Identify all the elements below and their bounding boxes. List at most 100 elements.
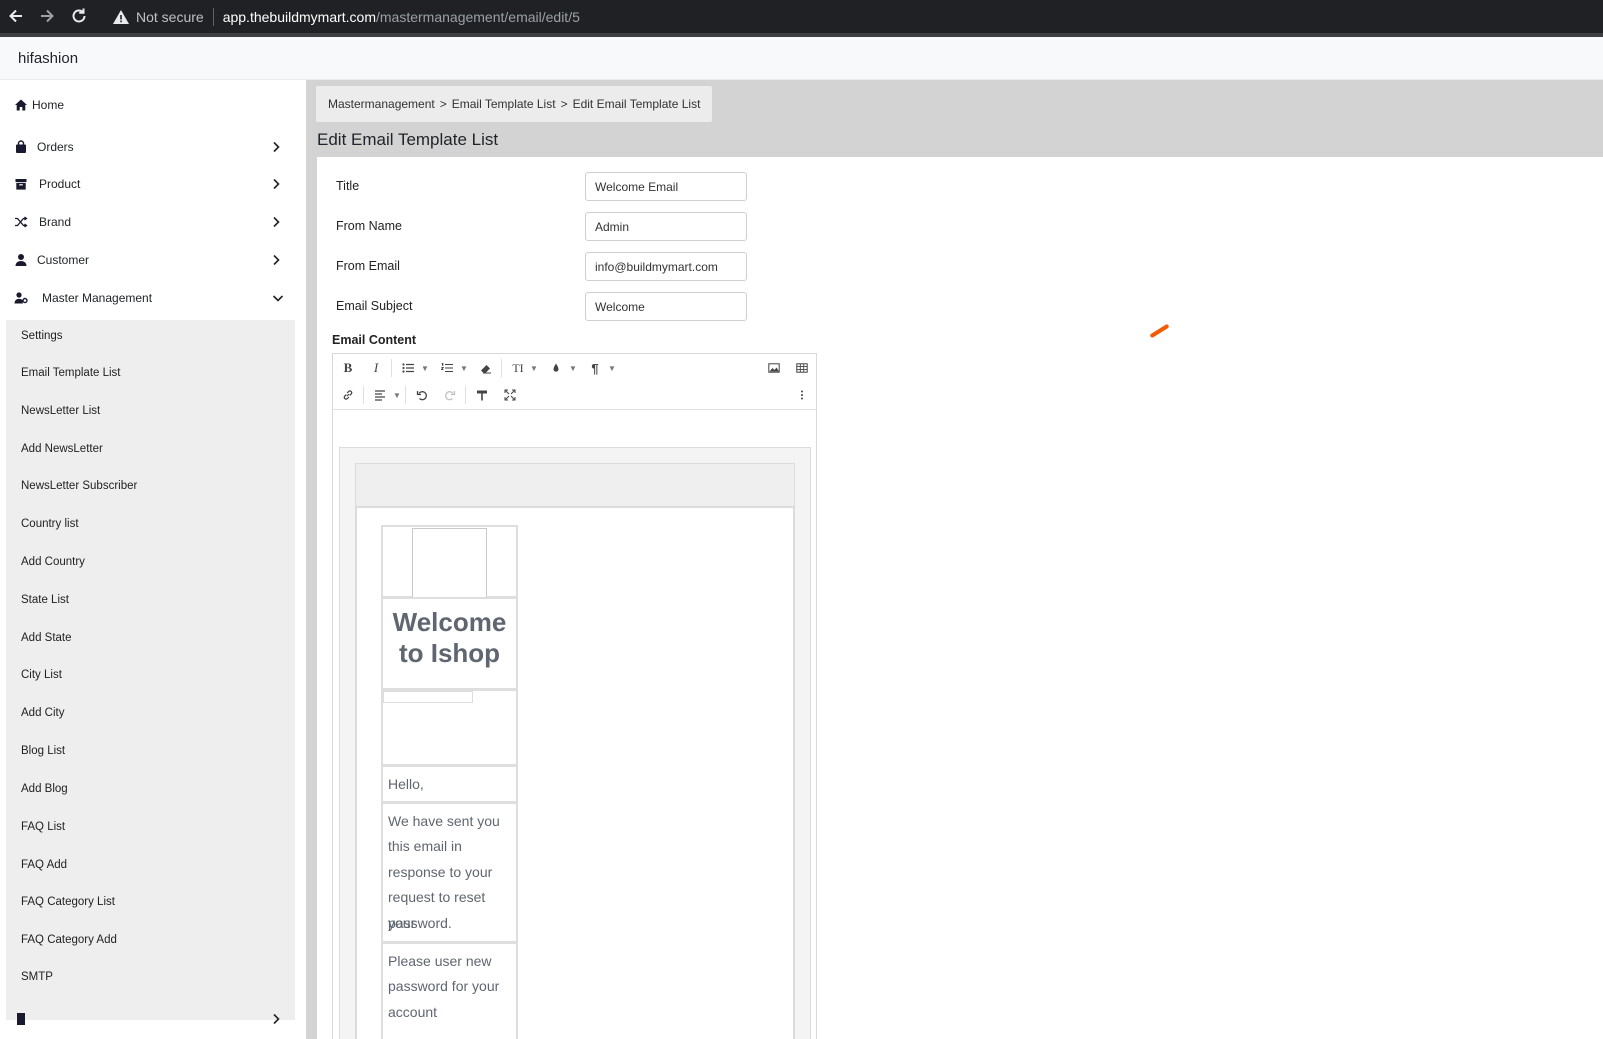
sidebar-item-label: Home <box>32 98 65 112</box>
sidebar-item-home[interactable]: Home <box>0 90 300 120</box>
spacer-cell <box>381 689 518 766</box>
submenu-item-add-state[interactable]: Add State <box>21 628 72 648</box>
archive-icon <box>14 177 28 191</box>
submenu-item-settings[interactable]: Settings <box>21 326 63 346</box>
from-email-label: From Email <box>336 259 400 273</box>
paragraph-cell: We have sent you this email in response … <box>381 802 518 943</box>
chevron-down-icon <box>271 291 285 305</box>
eraser-icon[interactable] <box>476 358 496 378</box>
sidebar-item-master-management[interactable]: Master Management <box>0 283 300 313</box>
greeting-cell: Hello, <box>381 765 518 803</box>
email-subject-input[interactable] <box>585 292 747 321</box>
breadcrumb-item-mastermanagement[interactable]: Mastermanagement <box>328 97 435 111</box>
font-size-icon[interactable]: TI <box>508 358 528 378</box>
chevron-down-icon: ▼ <box>393 391 401 400</box>
title-input[interactable] <box>585 172 747 201</box>
paragraph-line: account <box>388 1004 438 1020</box>
chevron-right-icon <box>269 215 283 229</box>
submenu-item-add-country[interactable]: Add Country <box>21 552 85 572</box>
sidebar-item-label: Master Management <box>42 291 153 305</box>
submenu-item-country-list[interactable]: Country list <box>21 514 79 534</box>
brand-name[interactable]: hifashion <box>18 50 78 67</box>
submenu-item-state-list[interactable]: State List <box>21 590 69 610</box>
undo-icon[interactable] <box>412 385 432 405</box>
broken-image-placeholder <box>412 528 487 599</box>
numbered-list-icon[interactable] <box>437 358 457 378</box>
sidebar-item-orders[interactable]: Orders <box>0 132 300 162</box>
redo-icon[interactable] <box>440 385 460 405</box>
toolbar-divider <box>391 359 392 377</box>
submenu-item-add-blog[interactable]: Add Blog <box>21 779 68 799</box>
submenu-item-faq-add[interactable]: FAQ Add <box>21 855 67 875</box>
editor-content-area[interactable]: Welcome to Ishop Hello, We have sent you <box>333 411 816 1039</box>
more-options-icon[interactable] <box>792 385 812 405</box>
chevron-right-icon <box>269 253 283 267</box>
submenu-item-smtp[interactable]: SMTP <box>21 967 53 987</box>
editor-toolbar: B I ▼ ▼ TI ▼ ▼ ¶ ▼ ▼ <box>333 354 816 410</box>
toolbar-divider <box>405 386 406 404</box>
paragraph-cell: Please user new password for your accoun… <box>381 942 518 1039</box>
forward-arrow-icon[interactable] <box>37 6 57 26</box>
toolbar-divider <box>501 359 502 377</box>
link-icon[interactable] <box>338 385 358 405</box>
chevron-down-icon: ▼ <box>530 364 538 373</box>
submenu-item-newsletter-list[interactable]: NewsLetter List <box>21 401 100 421</box>
document-icon <box>14 1012 28 1026</box>
address-bar[interactable]: Not secure app.thebuildmymart.com/master… <box>104 3 1599 30</box>
submenu-item-newsletter-subscriber[interactable]: NewsLetter Subscriber <box>21 476 137 496</box>
sidebar: Home Orders Product Brand Customer Maste… <box>0 80 306 1039</box>
from-name-input[interactable] <box>585 212 747 241</box>
user-icon <box>14 253 28 267</box>
fullscreen-icon[interactable] <box>500 385 520 405</box>
warning-icon <box>112 8 130 26</box>
sidebar-item-customer[interactable]: Customer <box>0 245 300 275</box>
master-management-submenu: Settings Email Template List NewsLetter … <box>6 320 295 1020</box>
table-icon[interactable] <box>792 358 812 378</box>
from-name-label: From Name <box>336 219 402 233</box>
url-path: /mastermanagement/email/edit/5 <box>376 8 580 25</box>
sidebar-item-label: Product <box>39 177 81 191</box>
back-arrow-icon[interactable] <box>6 6 26 26</box>
submenu-item-blog-list[interactable]: Blog List <box>21 741 65 761</box>
form-panel: Title From Name From Email Email Subject… <box>317 157 1603 1039</box>
security-label: Not secure <box>136 8 204 25</box>
email-outer-wrapper: Welcome to Ishop Hello, We have sent you <box>339 447 811 1039</box>
toolbar-divider <box>465 386 466 404</box>
submenu-item-faq-list[interactable]: FAQ List <box>21 817 65 837</box>
user-gear-icon <box>14 291 28 305</box>
breadcrumb: Mastermanagement > Email Template List >… <box>316 86 713 122</box>
reload-icon[interactable] <box>69 6 89 26</box>
sidebar-item-next[interactable] <box>0 1004 300 1034</box>
sidebar-item-label: Customer <box>37 253 90 267</box>
sidebar-item-product[interactable]: Product <box>0 169 300 199</box>
image-icon[interactable] <box>764 358 784 378</box>
home-icon <box>14 98 28 112</box>
greeting-text: Hello, <box>388 776 424 792</box>
bullet-list-icon[interactable] <box>398 358 418 378</box>
submenu-item-faq-category-list[interactable]: FAQ Category List <box>21 892 115 912</box>
breadcrumb-item-email-template-list[interactable]: Email Template List <box>452 97 556 111</box>
text-color-icon[interactable] <box>546 358 566 378</box>
app-header: hifashion <box>0 37 1603 80</box>
align-icon[interactable] <box>370 385 390 405</box>
submenu-item-city-list[interactable]: City List <box>21 665 62 685</box>
format-painter-icon[interactable] <box>472 385 492 405</box>
paragraph-line: Please user new <box>388 953 492 969</box>
breadcrumb-item-current: Edit Email Template List <box>572 97 701 111</box>
sidebar-item-brand[interactable]: Brand <box>0 207 300 237</box>
chevron-right-icon <box>269 140 283 154</box>
paragraph-icon[interactable]: ¶ <box>585 358 605 378</box>
from-email-input[interactable] <box>585 252 747 281</box>
paragraph-line: password for your <box>388 978 500 994</box>
email-heading-line2: to Ishop <box>398 638 501 668</box>
submenu-item-email-template-list[interactable]: Email Template List <box>21 363 121 383</box>
rich-text-editor: B I ▼ ▼ TI ▼ ▼ ¶ ▼ ▼ Welcome to Ishop He… <box>332 353 817 1039</box>
submenu-item-faq-category-add[interactable]: FAQ Category Add <box>21 930 117 950</box>
bold-icon[interactable]: B <box>338 358 358 378</box>
submenu-item-add-newsletter[interactable]: Add NewsLetter <box>21 439 103 459</box>
chevron-down-icon: ▼ <box>608 364 616 373</box>
url-host: app.thebuildmymart.com <box>222 8 376 25</box>
email-header-block <box>355 463 795 507</box>
submenu-item-add-city[interactable]: Add City <box>21 703 64 723</box>
italic-icon[interactable]: I <box>366 358 386 378</box>
